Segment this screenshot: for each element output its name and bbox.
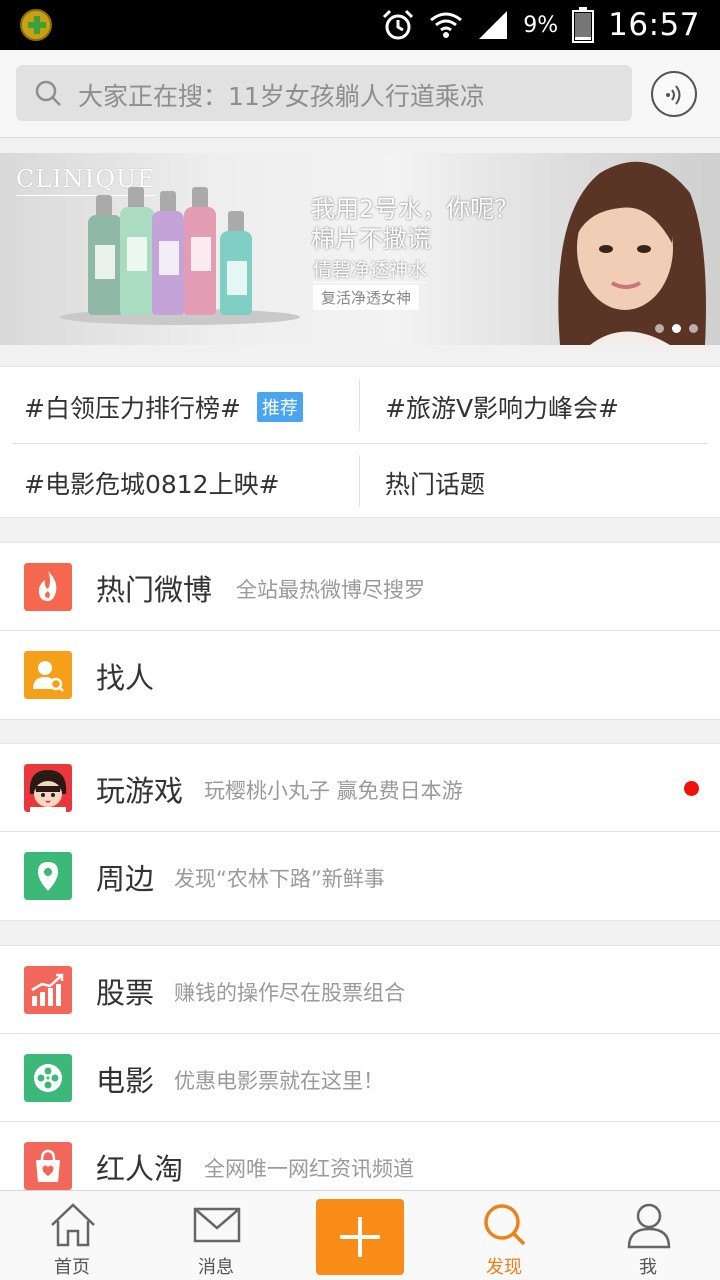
topic-label: #旅游V影响力峰会# (385, 394, 619, 423)
topic-label: #电影危城0812上映# (24, 470, 280, 499)
tab-label: 发现 (486, 1257, 522, 1278)
pager-dot[interactable] (689, 324, 698, 333)
search-header: 大家正在搜：11岁女孩躺人行道乘凉 (0, 50, 720, 138)
search-input[interactable]: 大家正在搜：11岁女孩躺人行道乘凉 (16, 65, 632, 121)
product-bottle (88, 195, 122, 315)
list-item-nearby[interactable]: 周边 发现“农林下路”新鲜事 (0, 832, 720, 920)
notification-dot (684, 781, 699, 796)
discover-section: 玩游戏 玩樱桃小丸子 赢免费日本游 周边 发现“农林下路”新鲜事 (0, 743, 720, 921)
game-chibi-icon (24, 764, 72, 812)
row-title: 玩游戏 (96, 774, 184, 808)
list-item-games[interactable]: 玩游戏 玩樱桃小丸子 赢免费日本游 (0, 744, 720, 832)
row-title: 电影 (96, 1064, 155, 1098)
search-icon (35, 80, 61, 106)
envelope-icon (193, 1207, 241, 1243)
battery-percent: 9% (523, 12, 559, 38)
clock: 16:57 (608, 7, 700, 43)
status-bar: 9% 16:57 (0, 0, 720, 50)
ad-banner[interactable]: CLINIQUE 我用2号水，你呢？ 棉片不撒谎 倩碧净透神水 复活净透女神 (0, 153, 720, 345)
hot-topics-link[interactable]: 热门话题 (385, 465, 485, 501)
topic-label: #白领压力排行榜# (24, 394, 241, 423)
film-reel-icon (24, 1054, 72, 1102)
banner-pager (655, 324, 698, 333)
banner-tagline: 复活净透女神 (313, 285, 420, 310)
bottom-tab-bar: 首页 消息 发现 我 (0, 1190, 720, 1280)
find-people-icon (24, 651, 72, 699)
voice-search-button[interactable] (651, 71, 697, 117)
battery-icon (572, 7, 595, 43)
list-item-find-people[interactable]: 找人 (0, 631, 720, 719)
row-subtitle: 玩樱桃小丸子 赢免费日本游 (204, 779, 463, 803)
shopping-bag-icon (24, 1142, 72, 1190)
row-subtitle: 全站最热微博尽搜罗 (236, 578, 425, 602)
row-subtitle: 优惠电影票就在这里！ (174, 1069, 384, 1093)
banner-product-name: 倩碧净透神水 (313, 255, 428, 283)
row-title: 周边 (96, 862, 155, 896)
app-badge-icon (20, 9, 52, 41)
discover-section: 股票 赚钱的操作尽在股票组合 电影 优惠电影票就在这里！ 红人淘 全网唯一网红资… (0, 945, 720, 1211)
row-title: 红人淘 (96, 1152, 184, 1186)
row-title: 热门微博 (96, 573, 213, 607)
pager-dot-active[interactable] (672, 324, 681, 333)
list-item-stocks[interactable]: 股票 赚钱的操作尽在股票组合 (0, 946, 720, 1034)
topic-link[interactable]: #旅游V影响力峰会# (385, 389, 619, 425)
hot-fire-icon (24, 563, 72, 611)
voice-icon (666, 85, 681, 105)
tab-home[interactable]: 首页 (22, 1191, 122, 1280)
recommend-badge: 推荐 (256, 392, 303, 422)
topic-label: 热门话题 (385, 470, 486, 499)
row-title: 股票 (96, 976, 155, 1010)
location-pin-icon (24, 852, 72, 900)
model-portrait-image (558, 161, 706, 345)
row-subtitle: 发现“农林下路”新鲜事 (174, 867, 385, 891)
tab-discover[interactable]: 发现 (454, 1191, 554, 1280)
divider (12, 443, 708, 444)
search-placeholder: 大家正在搜：11岁女孩躺人行道乘凉 (78, 82, 485, 111)
tab-label: 消息 (198, 1257, 234, 1278)
tab-label: 我 (639, 1257, 657, 1278)
row-title: 找人 (96, 661, 155, 695)
person-icon (627, 1203, 671, 1249)
signal-icon (479, 11, 508, 39)
search-icon (484, 1204, 526, 1246)
tab-label: 首页 (54, 1257, 90, 1278)
pager-dot[interactable] (655, 324, 664, 333)
list-item-movies[interactable]: 电影 优惠电影票就在这里！ (0, 1034, 720, 1122)
product-bottle (120, 187, 154, 315)
topic-link[interactable]: #白领压力排行榜# 推荐 (24, 389, 303, 425)
divider (359, 455, 360, 507)
banner-subheadline: 棉片不撒谎 (311, 225, 431, 253)
product-bottle (220, 211, 252, 315)
compose-button[interactable] (316, 1199, 404, 1275)
tab-messages[interactable]: 消息 (166, 1191, 266, 1280)
status-icons: 9% 16:57 (381, 0, 700, 50)
alarm-icon (383, 9, 414, 40)
product-bottle (152, 191, 184, 315)
list-item-hot-weibo[interactable]: 热门微博 全站最热微博尽搜罗 (0, 543, 720, 631)
row-subtitle: 全网唯一网红资讯频道 (204, 1157, 414, 1181)
row-subtitle: 赚钱的操作尽在股票组合 (174, 981, 405, 1005)
wifi-icon (430, 12, 463, 38)
product-bottle (184, 187, 216, 315)
trending-topics: #白领压力排行榜# 推荐 #旅游V影响力峰会# #电影危城0812上映# 热门话… (0, 366, 720, 518)
home-icon (51, 1203, 95, 1247)
divider (359, 379, 360, 431)
stock-chart-icon (24, 966, 72, 1014)
discover-section: 热门微博 全站最热微博尽搜罗 找人 (0, 542, 720, 720)
tab-me[interactable]: 我 (598, 1191, 698, 1280)
topic-link[interactable]: #电影危城0812上映# (24, 465, 280, 501)
